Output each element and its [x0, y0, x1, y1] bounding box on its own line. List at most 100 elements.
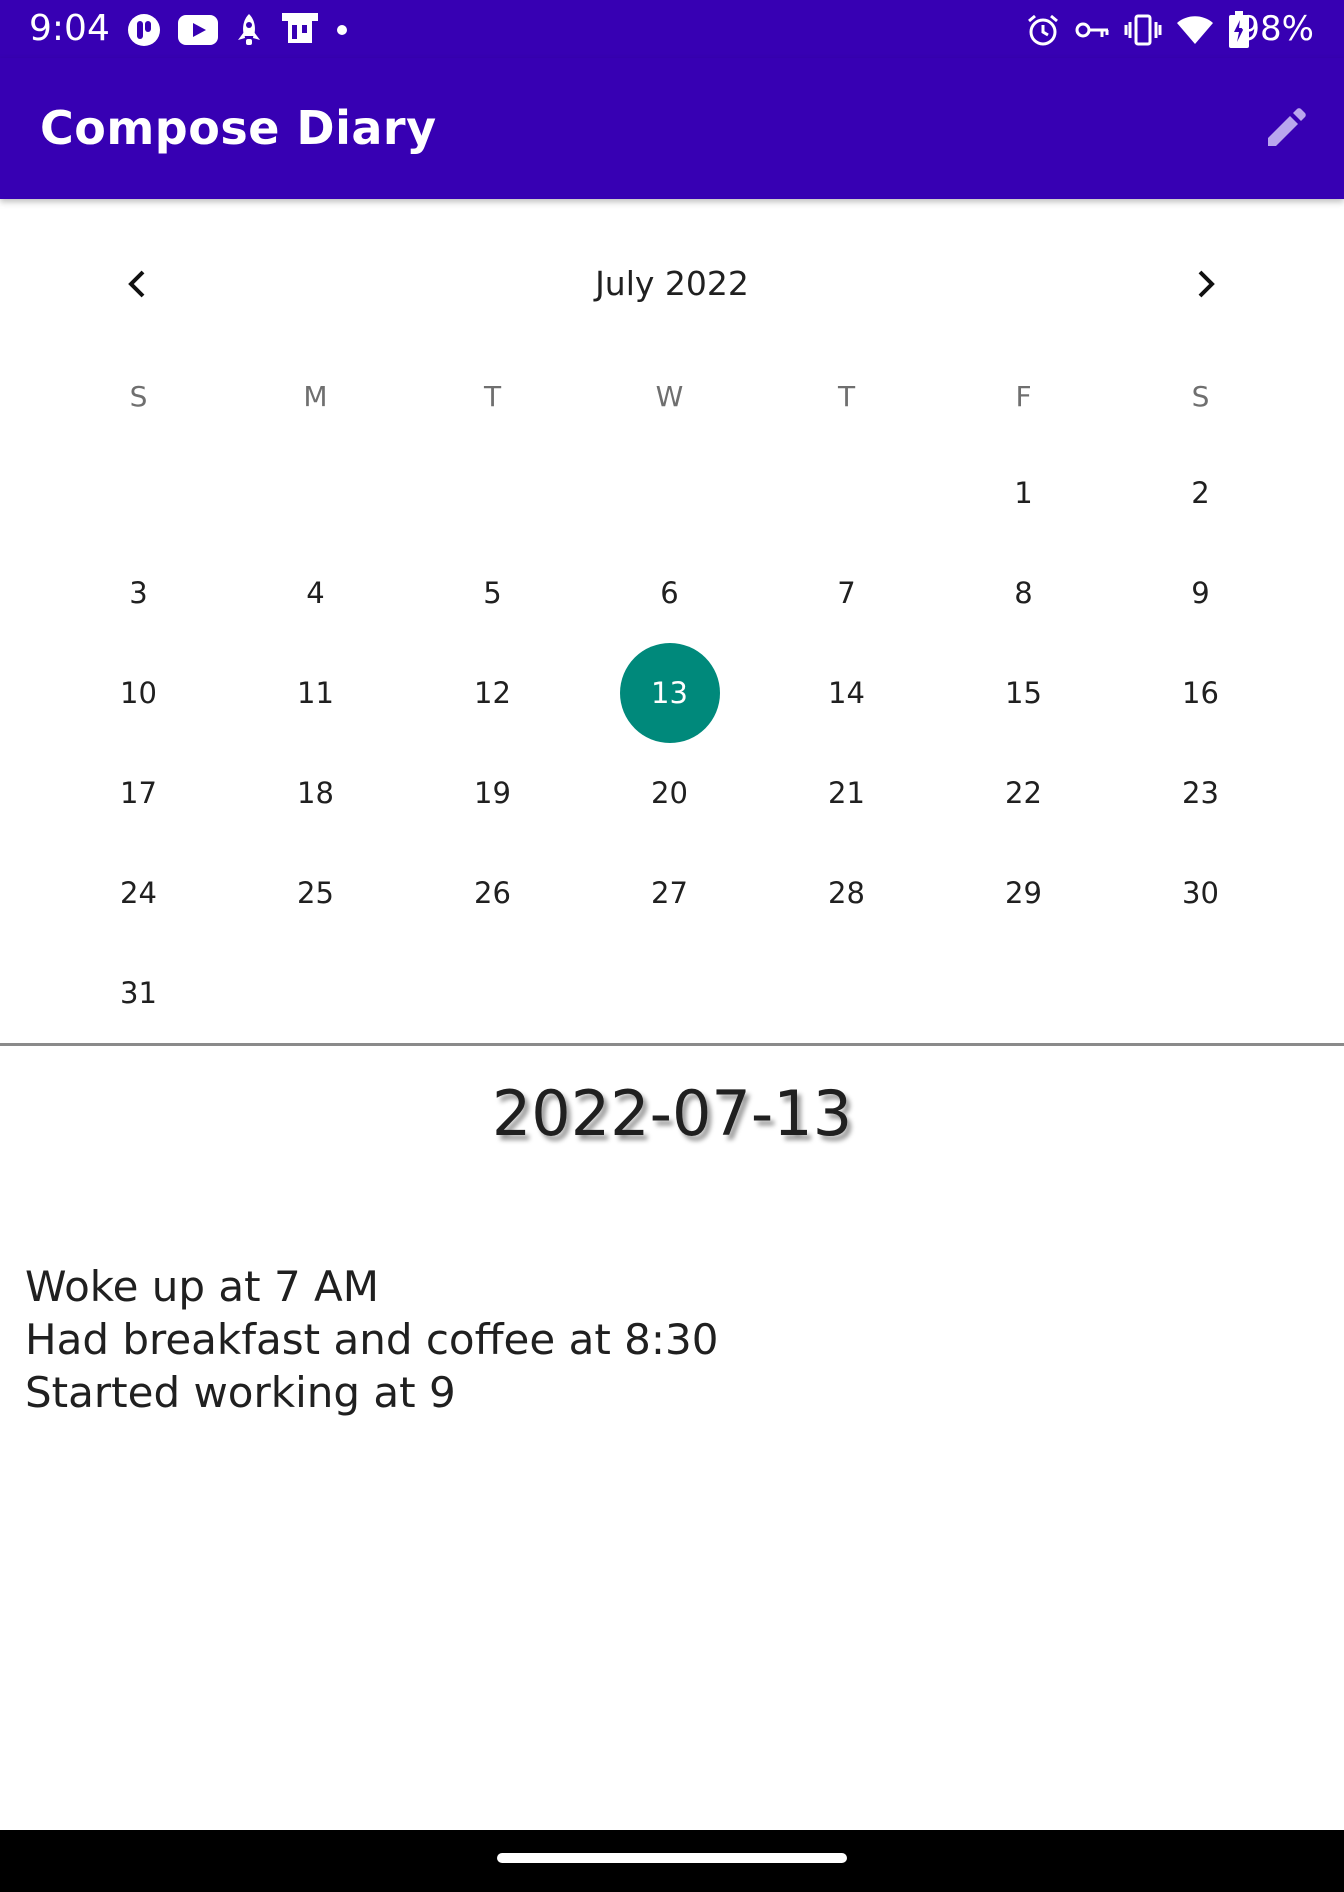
day-cell[interactable]: 7 — [758, 543, 935, 643]
day-number: 21 — [828, 776, 865, 810]
day-number: 22 — [1005, 776, 1042, 810]
day-cell[interactable]: 26 — [404, 843, 581, 943]
weekday-label: S — [1191, 380, 1210, 413]
day-number: 24 — [120, 876, 157, 910]
weekday-label: W — [655, 380, 684, 413]
battery-percent: 98% — [1238, 9, 1314, 49]
day-cell[interactable]: 1 — [935, 443, 1112, 543]
day-number: 16 — [1182, 676, 1219, 710]
status-time: 9:04 — [29, 8, 110, 49]
chevron-right-icon — [1189, 268, 1221, 300]
entry-text[interactable]: Woke up at 7 AM Had breakfast and coffee… — [25, 1260, 1315, 1419]
chevron-left-icon — [122, 268, 154, 300]
day-cell[interactable]: 10 — [50, 643, 227, 743]
day-cell[interactable]: 20 — [581, 743, 758, 843]
app-bar: Compose Diary — [0, 58, 1344, 199]
day-number: 10 — [120, 676, 157, 710]
vibrate-icon — [1124, 13, 1162, 47]
home-indicator[interactable] — [497, 1853, 847, 1863]
day-cell[interactable]: 8 — [935, 543, 1112, 643]
day-number: 31 — [120, 976, 157, 1010]
day-number: 25 — [297, 876, 334, 910]
day-cell[interactable]: 16 — [1112, 643, 1289, 743]
day-cell[interactable]: 22 — [935, 743, 1112, 843]
day-cell[interactable]: 6 — [581, 543, 758, 643]
day-cell[interactable]: 17 — [50, 743, 227, 843]
day-cell[interactable]: 5 — [404, 543, 581, 643]
day-cell[interactable]: 30 — [1112, 843, 1289, 943]
calendar-divider — [0, 1043, 1344, 1046]
day-number: 8 — [1014, 576, 1033, 610]
entry-line: Started working at 9 — [25, 1368, 456, 1417]
empty-day-cell — [581, 443, 758, 543]
day-cell[interactable]: 2 — [1112, 443, 1289, 543]
weekday-label: M — [303, 380, 328, 413]
day-cell[interactable]: 9 — [1112, 543, 1289, 643]
day-number: 4 — [306, 576, 325, 610]
day-cell[interactable]: 4 — [227, 543, 404, 643]
days-grid: 1 2 3 4 5 6 7 8 9 10 11 12 13 14 15 16 17 18 19 20 21 22 23 24 2… — [50, 443, 1290, 1043]
rocket-icon — [234, 12, 264, 48]
dot-icon — [336, 24, 348, 36]
weekday-label: T — [483, 380, 502, 413]
day-number: 17 — [120, 776, 157, 810]
day-cell[interactable]: 29 — [935, 843, 1112, 943]
day-cell[interactable]: 12 — [404, 643, 581, 743]
entry-line: Woke up at 7 AM — [25, 1262, 380, 1311]
day-cell[interactable]: 3 — [50, 543, 227, 643]
weekday-label: S — [129, 380, 148, 413]
edit-button[interactable] — [1254, 96, 1318, 160]
day-cell[interactable]: 28 — [758, 843, 935, 943]
day-cell[interactable]: 31 — [50, 943, 227, 1043]
entry-line: Had breakfast and coffee at 8:30 — [25, 1315, 719, 1364]
day-cell[interactable]: 23 — [1112, 743, 1289, 843]
navigation-bar — [0, 1830, 1344, 1892]
previous-month-button[interactable] — [108, 254, 168, 314]
empty-day-cell — [404, 443, 581, 543]
day-number: 11 — [297, 676, 334, 710]
empty-day-cell — [50, 443, 227, 543]
day-cell-selected[interactable]: 13 — [581, 643, 758, 743]
day-cell[interactable]: 19 — [404, 743, 581, 843]
day-number: 3 — [129, 576, 148, 610]
day-cell[interactable]: 15 — [935, 643, 1112, 743]
status-system-icons — [1026, 10, 1250, 50]
empty-day-cell — [758, 443, 935, 543]
status-notification-icons — [126, 10, 348, 50]
day-number: 14 — [828, 676, 865, 710]
day-cell[interactable]: 14 — [758, 643, 935, 743]
month-header: July 2022 — [0, 249, 1344, 319]
day-number: 20 — [651, 776, 688, 810]
day-number: 6 — [660, 576, 679, 610]
day-number: 13 — [619, 643, 720, 743]
day-number: 7 — [837, 576, 856, 610]
weekday-label: T — [837, 380, 856, 413]
day-number: 29 — [1005, 876, 1042, 910]
day-number: 5 — [483, 576, 502, 610]
month-title: July 2022 — [595, 264, 749, 303]
weekday-header: S M T W T F S — [50, 367, 1290, 427]
calendar: July 2022 S M T W T F S 1 2 3 4 5 6 7 8 9 10 11 12 1… — [0, 199, 1344, 1044]
day-cell[interactable]: 24 — [50, 843, 227, 943]
day-number: 2 — [1191, 476, 1210, 510]
empty-day-cell — [227, 443, 404, 543]
day-cell[interactable]: 18 — [227, 743, 404, 843]
day-number: 12 — [474, 676, 511, 710]
day-number: 28 — [828, 876, 865, 910]
day-number: 18 — [297, 776, 334, 810]
chat-bubble-icon — [126, 12, 162, 48]
day-number: 26 — [474, 876, 511, 910]
day-number: 23 — [1182, 776, 1219, 810]
day-cell[interactable]: 21 — [758, 743, 935, 843]
vpn-key-icon — [1074, 18, 1110, 42]
next-month-button[interactable] — [1175, 254, 1235, 314]
day-number: 9 — [1191, 576, 1210, 610]
alarm-icon — [1026, 13, 1060, 47]
day-cell[interactable]: 11 — [227, 643, 404, 743]
entry-date: 2022-07-13 — [491, 1077, 853, 1150]
day-cell[interactable]: 25 — [227, 843, 404, 943]
youtube-icon — [178, 15, 218, 45]
edit-pencil-icon — [1262, 104, 1310, 152]
day-number: 1 — [1014, 476, 1033, 510]
day-cell[interactable]: 27 — [581, 843, 758, 943]
